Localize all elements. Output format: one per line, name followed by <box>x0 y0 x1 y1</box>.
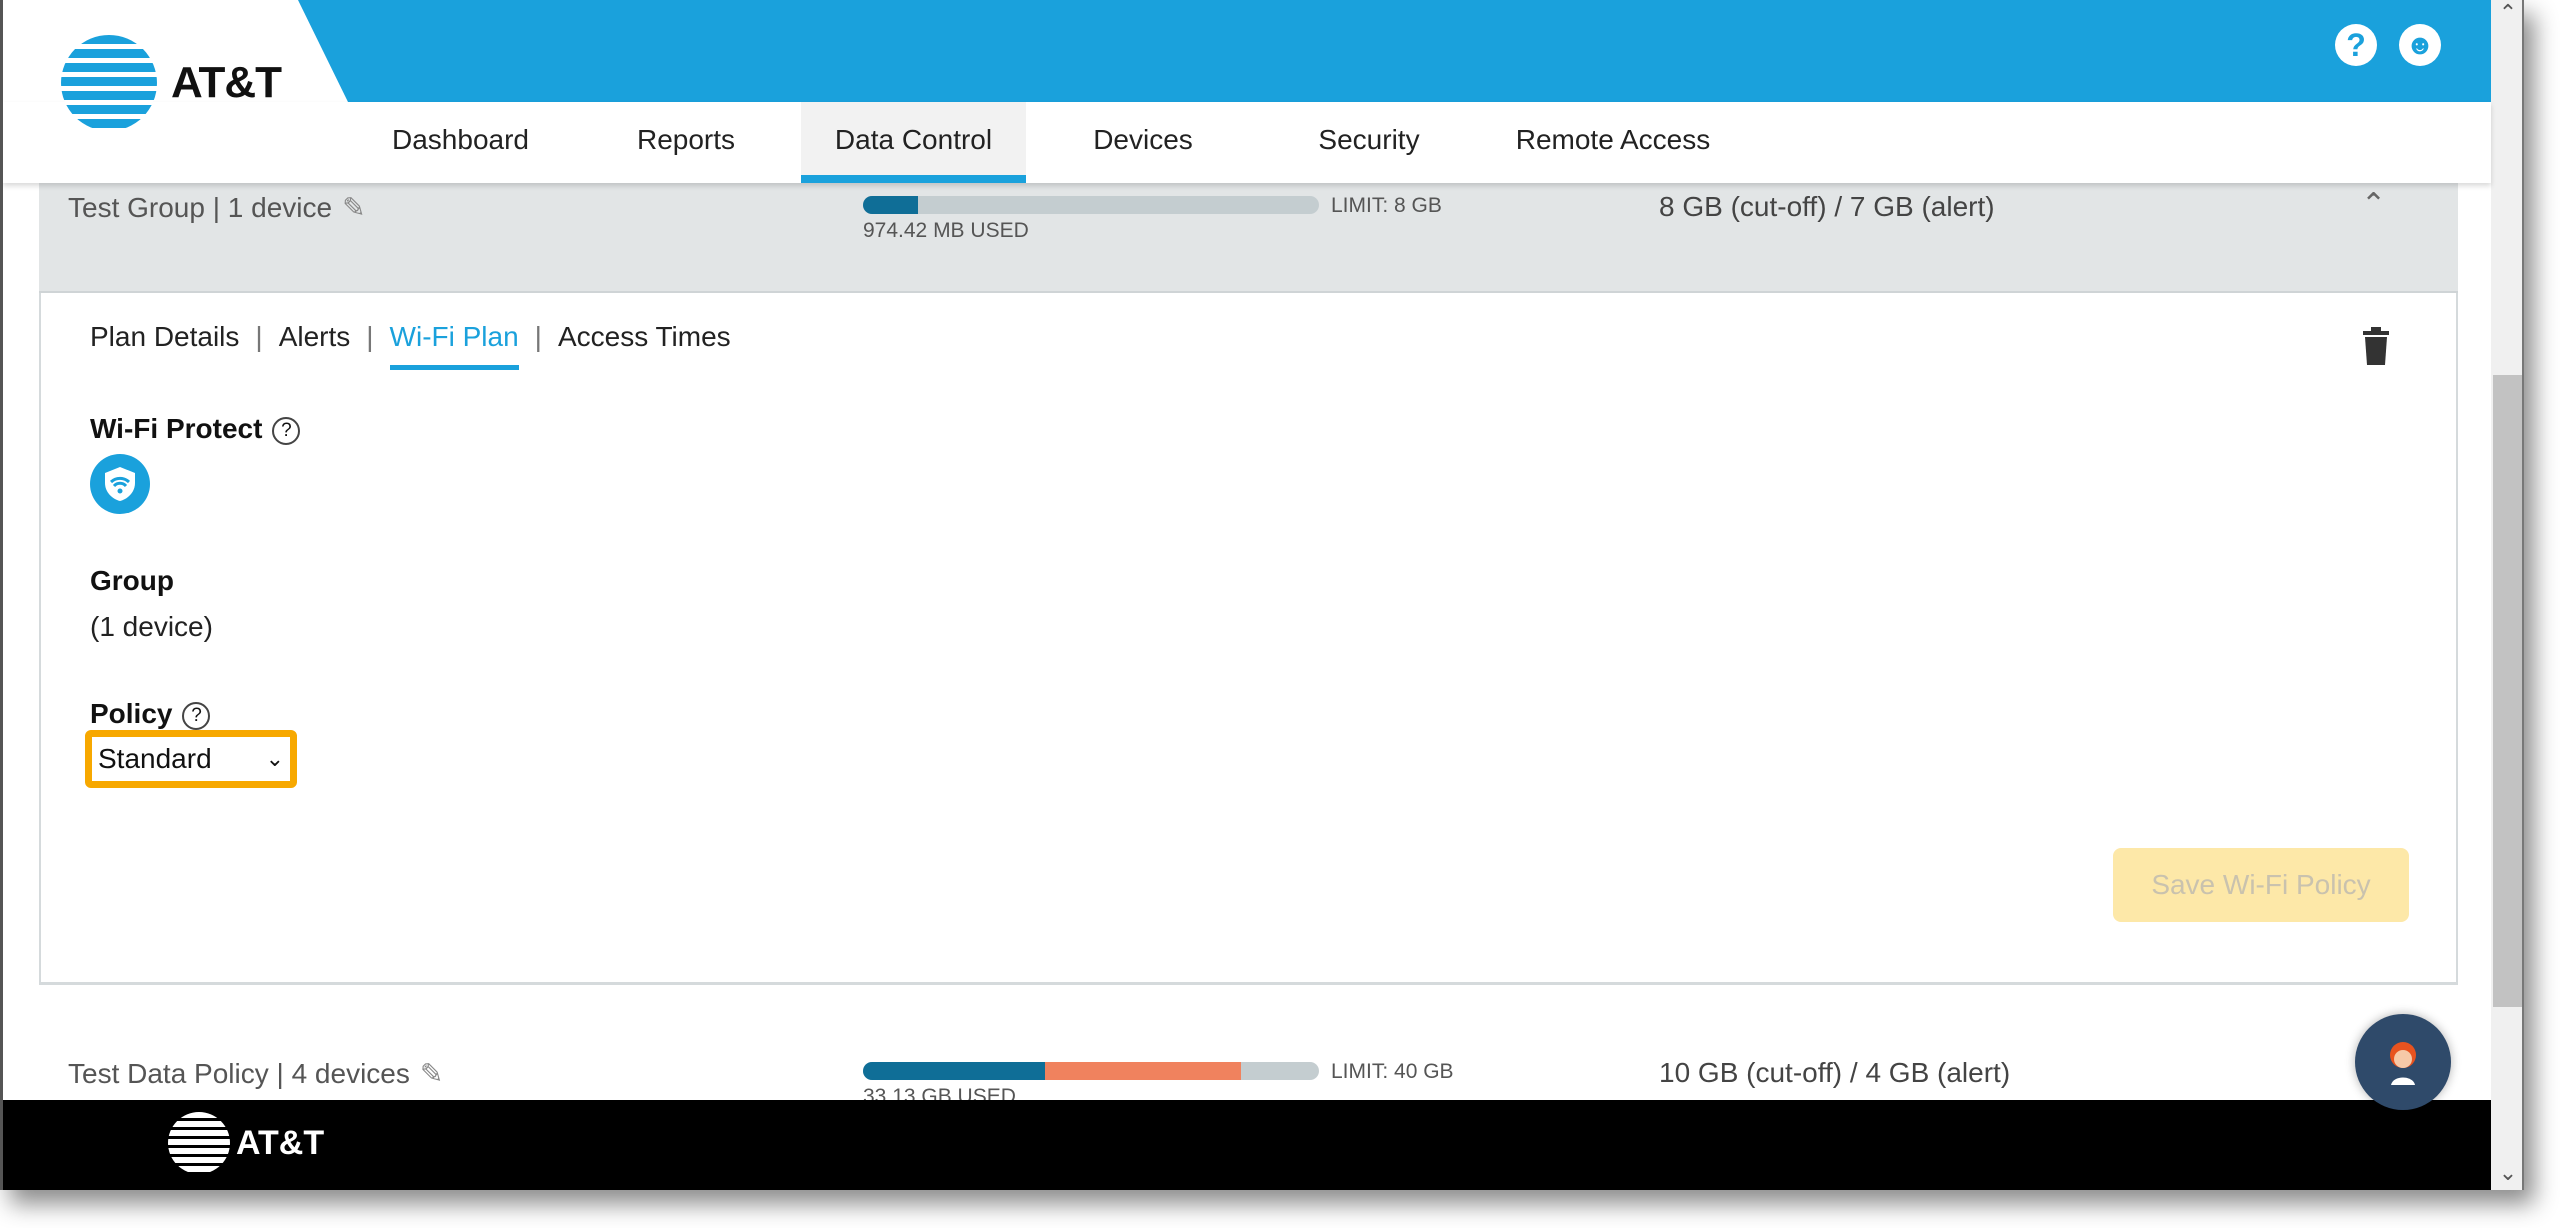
quota-label: 10 GB (cut-off) / 4 GB (alert) <box>1659 1057 2011 1088</box>
policy-select[interactable]: Standard ⌄ <box>85 730 297 788</box>
chevron-up-icon[interactable]: ⌃ <box>2361 187 2386 222</box>
limit-label: LIMIT: 8 GB <box>1331 194 1442 217</box>
footer-logo-text: AT&T <box>236 1123 325 1162</box>
header-bar <box>298 0 2491 102</box>
policy-select-value: Standard <box>98 743 212 774</box>
main-nav: Dashboard Reports Data Control Devices S… <box>3 102 2491 183</box>
edit-pencil-icon[interactable]: ✎ <box>420 1057 443 1090</box>
account-icon[interactable]: ☻ <box>2399 24 2441 66</box>
footer-logo[interactable]: AT&T <box>168 1112 324 1174</box>
nav-remote-access[interactable]: Remote Access <box>1503 102 1723 183</box>
group-value: (1 device) <box>90 611 213 642</box>
help-icon[interactable]: ? <box>182 702 211 730</box>
limit-label: LIMIT: 40 GB <box>1331 1060 1454 1083</box>
help-icon[interactable]: ? <box>272 417 301 445</box>
help-icon[interactable]: ? <box>2335 24 2377 66</box>
nav-data-control[interactable]: Data Control <box>801 102 1026 183</box>
usage-bar <box>863 196 1319 214</box>
scroll-up-icon[interactable]: ⌃ <box>2491 0 2522 26</box>
tab-alerts[interactable]: Alerts <box>279 321 351 370</box>
chat-assistant-button[interactable] <box>2355 1014 2451 1110</box>
wifi-shield-icon <box>90 454 150 514</box>
save-wifi-policy-button[interactable]: Save Wi-Fi Policy <box>2113 848 2409 922</box>
tab-plan-details[interactable]: Plan Details <box>90 321 239 370</box>
usage-segment <box>863 1062 1046 1080</box>
group-label: Group <box>90 565 174 596</box>
scrollbar[interactable]: ⌃ ⌄ <box>2491 0 2522 1190</box>
globe-icon <box>61 35 157 131</box>
tab-access-times[interactable]: Access Times <box>558 321 731 370</box>
group-title: Test Group | 1 device <box>68 192 333 223</box>
logo-text: AT&T <box>171 58 282 107</box>
edit-pencil-icon[interactable]: ✎ <box>342 191 365 224</box>
nav-dashboard[interactable]: Dashboard <box>373 102 548 183</box>
group-title: Test Data Policy | 4 devices <box>68 1058 410 1089</box>
usage-bar <box>863 1062 1319 1080</box>
trash-icon[interactable] <box>2361 327 2391 370</box>
scroll-down-icon[interactable]: ⌄ <box>2491 1160 2522 1186</box>
globe-icon <box>168 1112 230 1174</box>
group-row-test-data-policy[interactable]: Test Data Policy | 4 devices ✎ 33.13 GB U… <box>39 985 2458 1108</box>
policy-label: Policy <box>90 698 173 729</box>
browser-window: AT&T ? ☻ Dashboard Reports Data Control … <box>0 0 2524 1190</box>
quota-label: 8 GB (cut-off) / 7 GB (alert) <box>1659 191 1995 222</box>
usage-segment <box>863 196 918 214</box>
nav-reports[interactable]: Reports <box>613 102 759 183</box>
wifi-plan-panel: Plan Details | Alerts | Wi-Fi Plan | Access… <box>39 293 2458 985</box>
chevron-down-icon: ⌄ <box>265 746 284 771</box>
scrollbar-thumb[interactable] <box>2493 375 2522 1007</box>
wifi-protect-label: Wi-Fi Protect <box>90 413 263 444</box>
usage-segment <box>1045 1062 1242 1080</box>
att-logo[interactable]: AT&T <box>61 35 282 131</box>
group-row-test-group[interactable]: Test Group | 1 device ✎ 974.42 MB USED LI… <box>39 183 2458 293</box>
panel-tabs: Plan Details | Alerts | Wi-Fi Plan | Access… <box>90 321 731 370</box>
used-label: 974.42 MB USED <box>863 219 1029 242</box>
nav-security[interactable]: Security <box>1299 102 1439 183</box>
nav-devices[interactable]: Devices <box>1073 102 1213 183</box>
footer: AT&T <box>3 1100 2491 1190</box>
tab-wifi-plan[interactable]: Wi-Fi Plan <box>389 321 519 370</box>
